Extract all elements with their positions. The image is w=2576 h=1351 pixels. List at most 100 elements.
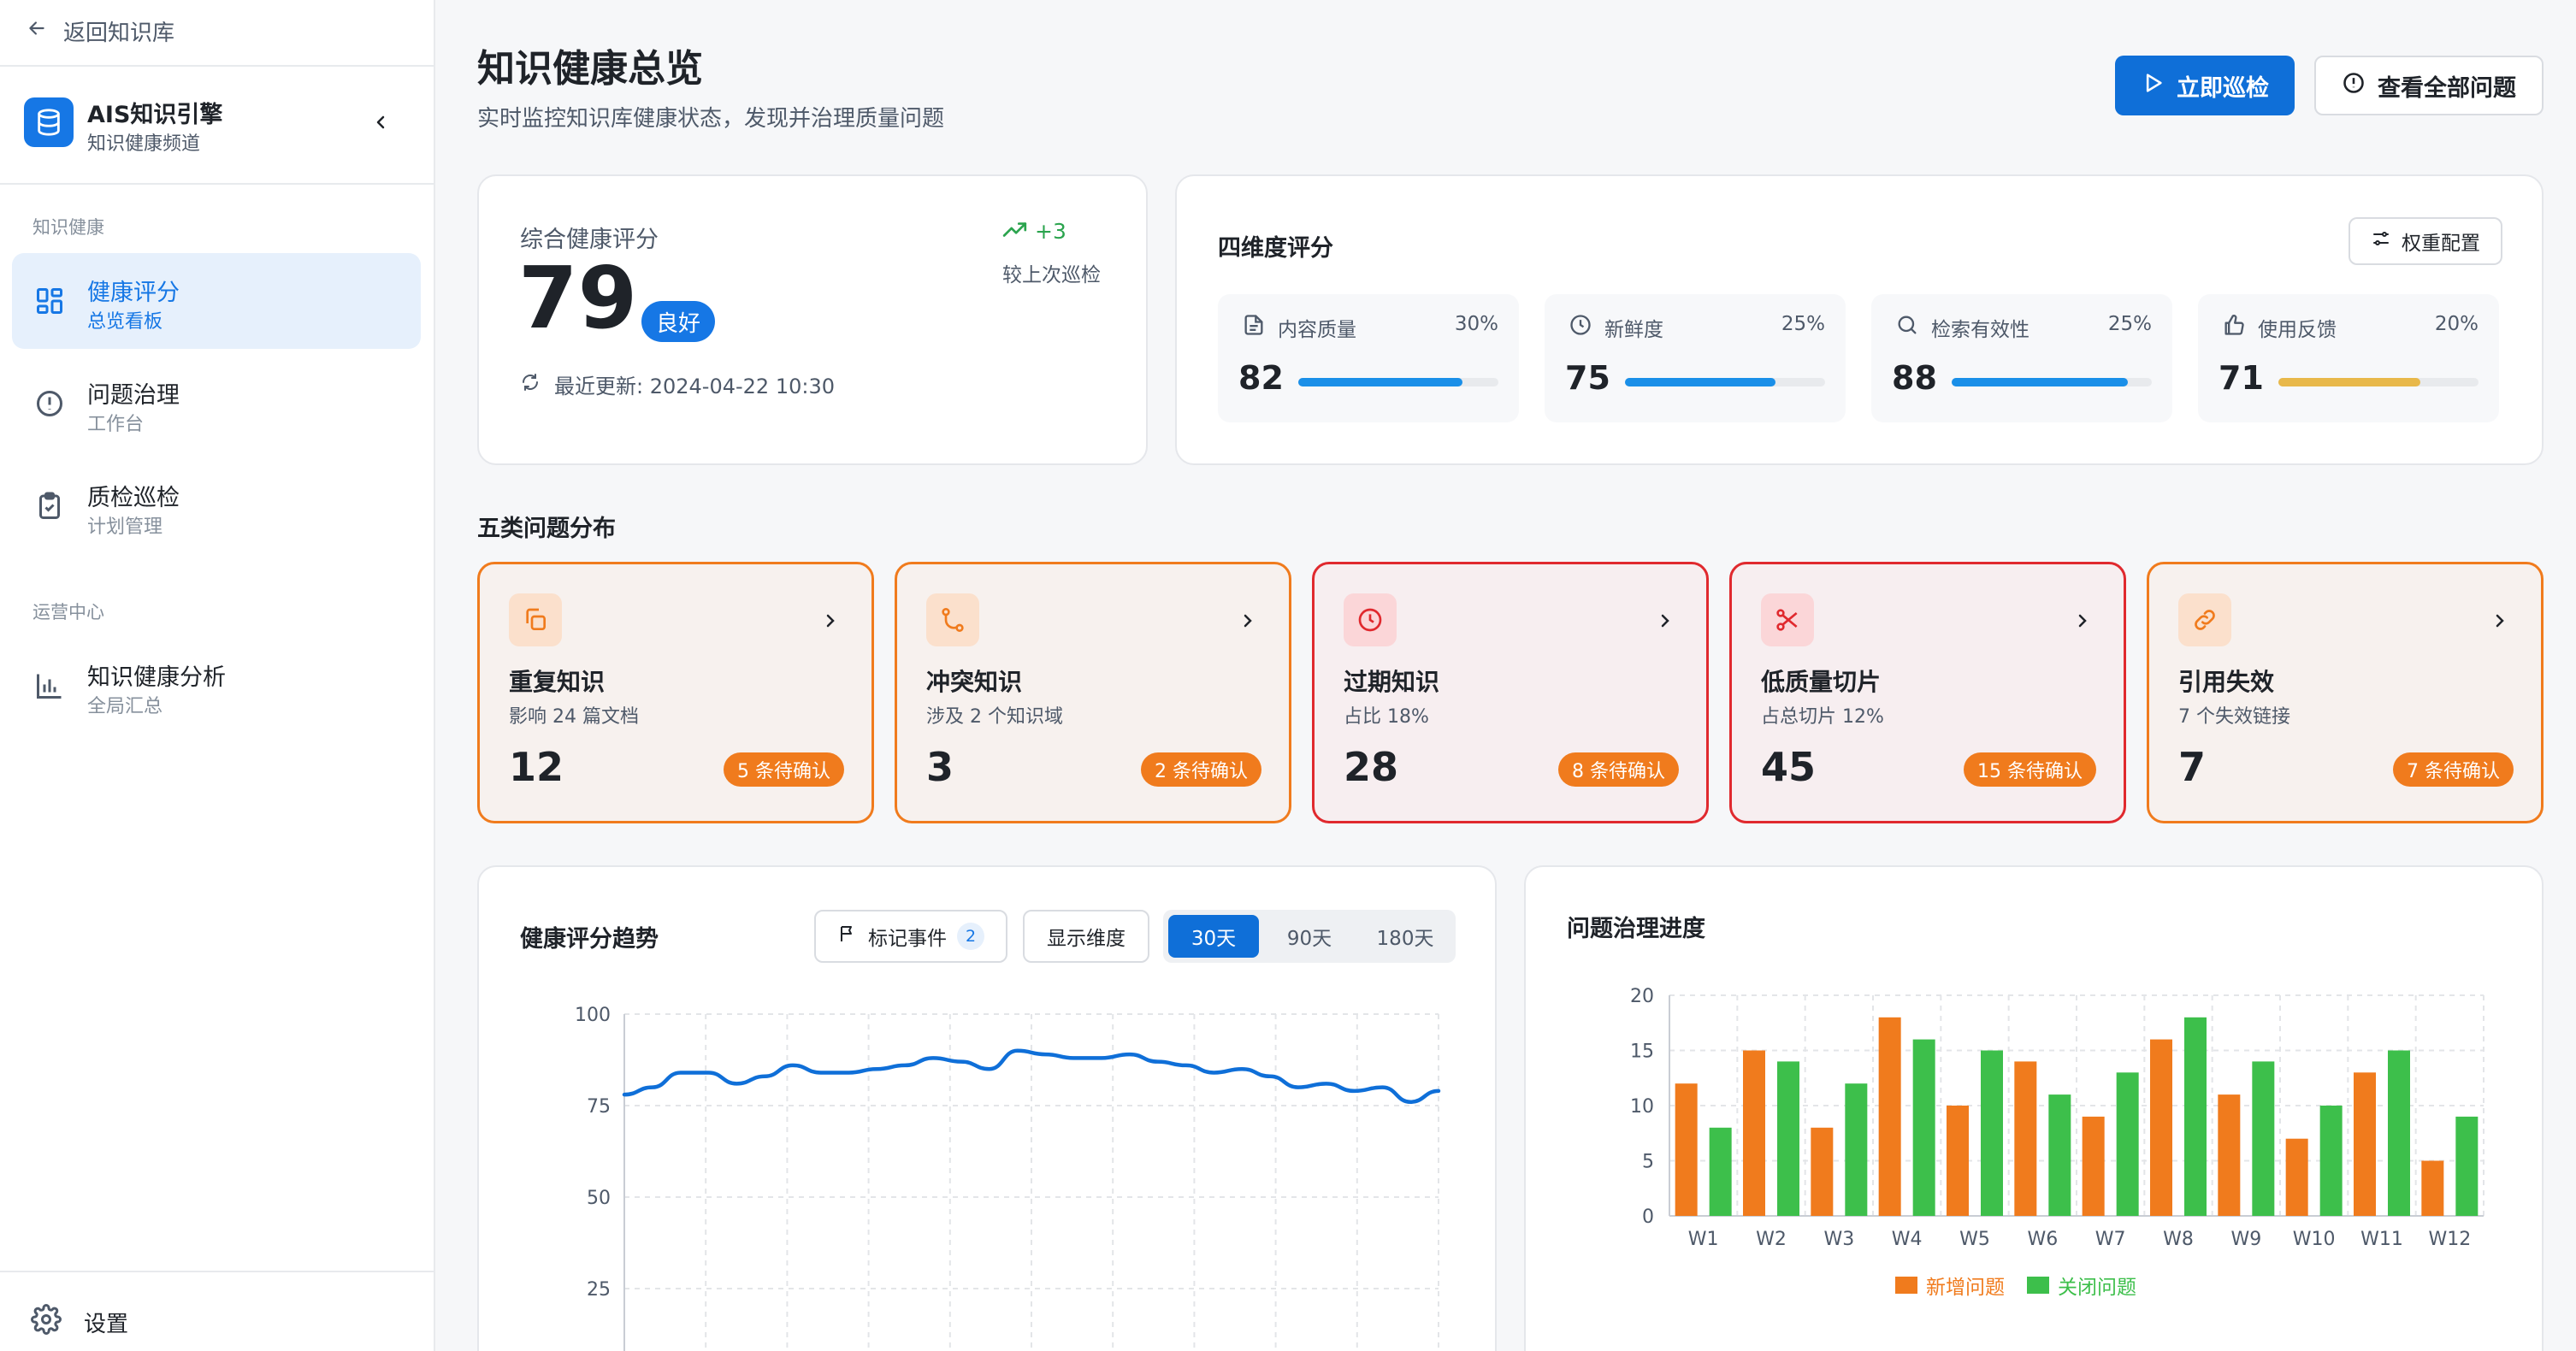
flag-icon [837, 923, 858, 949]
trending-up-icon [1002, 219, 1028, 244]
mark-events-label: 标记事件 [868, 928, 947, 950]
range-90d[interactable]: 90天 [1264, 915, 1355, 958]
git-merge-icon [926, 593, 979, 646]
clock-icon [1567, 311, 1594, 339]
bar-new [2354, 1072, 2376, 1216]
last-updated: 最近更新: 2024-04-22 10:30 [520, 369, 835, 399]
sidebar-item-health-score[interactable]: 健康评分 总览看板 [12, 253, 421, 349]
pending-badge: 8 条待确认 [1558, 752, 1679, 787]
bar-closed [1981, 1050, 2003, 1216]
legend-swatch [2027, 1277, 2049, 1294]
sidebar-item-issue-governance[interactable]: 问题治理 工作台 [12, 356, 421, 451]
issue-count: 12 [509, 744, 564, 790]
sidebar-item-title: 知识健康分析 [87, 664, 226, 691]
bar-new [2421, 1160, 2444, 1216]
legend-swatch [1895, 1277, 1917, 1294]
issue-card-duplicate[interactable]: 重复知识 影响 24 篇文档 12 5 条待确认 [477, 562, 874, 823]
health-trend-card: 健康评分趋势 标记事件 2 显示维度 30天 90天 180天 100 75 50 2… [477, 865, 1497, 1351]
bar-closed [1777, 1061, 1799, 1216]
dimension-weight: 25% [1781, 313, 1825, 335]
bar-closed [1912, 1039, 1935, 1216]
dimension-score-card: 四维度评分 权重配置 内容质量 30% 82 新鲜度 25% 75 检索有效性 … [1175, 174, 2544, 465]
trend-sub: 较上次巡检 [1002, 264, 1101, 286]
dimension-value: 88 [1892, 359, 1937, 397]
issue-subtitle: 占总切片 12% [1761, 706, 1884, 728]
x-tick-label: W6 [2027, 1229, 2058, 1250]
x-tick-label: W11 [2360, 1229, 2403, 1250]
progress-chart-title: 问题治理进度 [1567, 916, 1705, 942]
scissors-icon [1761, 593, 1814, 646]
sidebar-item-sub: 计划管理 [87, 516, 163, 538]
issues-section-title: 五类问题分布 [477, 516, 616, 542]
dimension-value: 82 [1238, 359, 1284, 397]
issue-card-conflict[interactable]: 冲突知识 涉及 2 个知识域 3 2 条待确认 [895, 562, 1291, 823]
chevron-right-icon [2071, 609, 2094, 633]
sidebar-item-quality-inspection[interactable]: 质检巡检 计划管理 [12, 458, 421, 554]
issue-card-low-quality[interactable]: 低质量切片 占总切片 12% 45 15 条待确认 [1729, 562, 2126, 823]
weight-config-button[interactable]: 权重配置 [2349, 217, 2502, 265]
divider [0, 1271, 435, 1272]
clipboard-check-icon [32, 489, 67, 523]
pending-badge: 2 条待确认 [1141, 752, 1261, 787]
chevron-right-icon [1653, 609, 1677, 633]
pending-badge: 5 条待确认 [724, 752, 844, 787]
dimension-progress [1952, 378, 2152, 386]
trend-value: +3 [1035, 219, 1066, 244]
dimension-progress-fill [2278, 378, 2421, 386]
bar-new [1811, 1127, 1834, 1216]
x-tick-label: W2 [1756, 1229, 1787, 1250]
bar-closed [2388, 1050, 2410, 1216]
back-to-library-link[interactable]: 返回知识库 [26, 15, 174, 46]
issue-card-broken-citation[interactable]: 引用失效 7 个失效链接 7 7 条待确认 [2147, 562, 2544, 823]
sidebar-item-title: 问题治理 [87, 382, 180, 409]
health-trend-chart: 100 75 50 25 [575, 1005, 1441, 1351]
trend-chart-title: 健康评分趋势 [520, 926, 659, 953]
dimension-label: 检索有效性 [1931, 319, 2029, 341]
x-tick-label: W3 [1823, 1229, 1854, 1250]
dimension-feedback[interactable]: 使用反馈 20% 71 [2198, 294, 2499, 422]
settings-button[interactable]: 设置 [31, 1304, 128, 1341]
bar-closed [2116, 1072, 2139, 1216]
bar-new [2082, 1116, 2105, 1216]
dimension-freshness[interactable]: 新鲜度 25% 75 [1545, 294, 1846, 422]
run-inspection-button[interactable]: 立即巡检 [2115, 56, 2295, 115]
bar-closed [2455, 1116, 2479, 1216]
show-dimensions-button[interactable]: 显示维度 [1023, 910, 1149, 963]
status-badge: 良好 [641, 301, 715, 342]
sidebar-item-health-analysis[interactable]: 知识健康分析 全局汇总 [12, 638, 421, 734]
page-title: 知识健康总览 [477, 47, 703, 91]
y-tick-label: 75 [587, 1096, 611, 1118]
page-subtitle: 实时监控知识库健康状态，发现并治理质量问题 [477, 106, 945, 132]
issue-card-expired[interactable]: 过期知识 占比 18% 28 8 条待确认 [1312, 562, 1709, 823]
dimension-content-quality[interactable]: 内容质量 30% 82 [1218, 294, 1519, 422]
health-score-card: 综合健康评分 79 良好 最近更新: 2024-04-22 10:30 +3 较… [477, 174, 1148, 465]
mark-events-button[interactable]: 标记事件 2 [814, 910, 1007, 963]
document-icon [1240, 311, 1267, 339]
bar-closed [2048, 1094, 2071, 1216]
issue-title: 过期知识 [1344, 668, 1440, 696]
sidebar-item-sub: 全局汇总 [87, 696, 163, 717]
clock-icon [1344, 593, 1397, 646]
range-30d[interactable]: 30天 [1168, 915, 1259, 958]
dimension-retrieval[interactable]: 检索有效性 25% 88 [1871, 294, 2172, 422]
last-updated-text: 最近更新: 2024-04-22 10:30 [554, 375, 835, 398]
section-label-health: 知识健康 [32, 217, 104, 238]
issue-title: 冲突知识 [926, 668, 1023, 696]
gear-icon [31, 1304, 62, 1341]
bar-closed [2319, 1106, 2343, 1216]
bar-new [1947, 1106, 1969, 1216]
y-tick-label: 50 [587, 1188, 611, 1209]
pending-badge: 7 条待确认 [2393, 752, 2514, 787]
issue-title: 重复知识 [509, 668, 606, 696]
bar-chart-icon [32, 669, 67, 703]
bar-new [2150, 1039, 2172, 1216]
view-all-issues-button[interactable]: 查看全部问题 [2314, 56, 2544, 115]
dimension-progress [1625, 378, 1825, 386]
sidebar-item-title: 质检巡检 [87, 485, 180, 511]
weight-config-label: 权重配置 [2402, 233, 2480, 255]
bar-new [2014, 1061, 2037, 1216]
range-180d[interactable]: 180天 [1360, 915, 1450, 958]
collapse-sidebar-button[interactable] [368, 109, 393, 135]
y-tick-label: 100 [575, 1005, 611, 1026]
legend-label: 关闭问题 [2058, 1277, 2136, 1299]
